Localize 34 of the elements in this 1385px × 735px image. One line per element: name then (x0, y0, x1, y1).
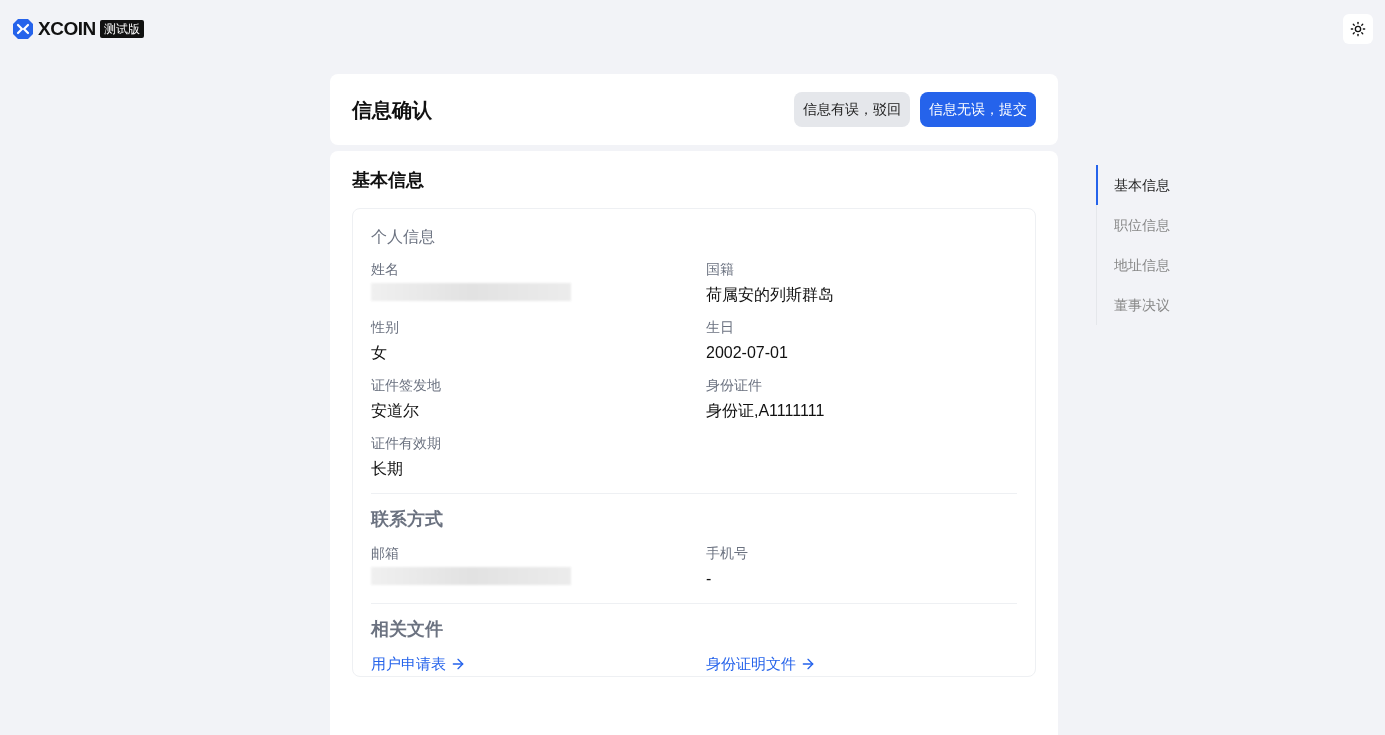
group-title: 个人信息 (371, 227, 436, 247)
field-value: 荷属安的列斯群岛 (706, 285, 835, 305)
field-label: 邮箱 (371, 544, 400, 563)
field-label: 证件有效期 (371, 434, 442, 453)
submit-button[interactable]: 信息无误，提交 (920, 92, 1036, 127)
field-label: 身份证件 (706, 376, 763, 395)
field-label: 姓名 (371, 260, 400, 279)
document-link[interactable]: 用户申请表 (371, 653, 466, 676)
field-value: 2002-07-01 (706, 343, 789, 363)
field-label: 手机号 (706, 544, 749, 563)
field-value: 长期 (371, 459, 404, 479)
field-label: 证件签发地 (371, 376, 442, 395)
reject-button[interactable]: 信息有误，驳回 (794, 92, 910, 127)
group-title: 联系方式 (371, 508, 444, 531)
group-title: 相关文件 (371, 618, 444, 641)
field-label: 生日 (706, 318, 735, 337)
document-link[interactable]: 身份证明文件 (706, 653, 816, 676)
test-version-badge: 测试版 (99, 20, 144, 38)
field-label: 性别 (371, 318, 400, 337)
field-value: - (706, 569, 713, 589)
field-label: 国籍 (706, 260, 735, 279)
anchor-nav-item[interactable]: 基本信息 (1096, 165, 1170, 205)
anchor-nav-item[interactable]: 地址信息 (1096, 245, 1170, 285)
field-value: 女 (371, 343, 388, 363)
sun-icon (1350, 21, 1366, 37)
field-value: 身份证,A1111111 (706, 401, 826, 421)
page-title: 信息确认 (352, 97, 432, 123)
theme-toggle-button[interactable] (1343, 14, 1373, 44)
field-value: 安道尔 (371, 401, 420, 421)
anchor-nav-item[interactable]: 职位信息 (1096, 205, 1170, 245)
section-title: 基本信息 (352, 169, 425, 192)
brand-name: XCOIN (38, 16, 96, 41)
anchor-nav-item[interactable]: 董事决议 (1096, 285, 1170, 325)
logo-icon (12, 18, 34, 40)
